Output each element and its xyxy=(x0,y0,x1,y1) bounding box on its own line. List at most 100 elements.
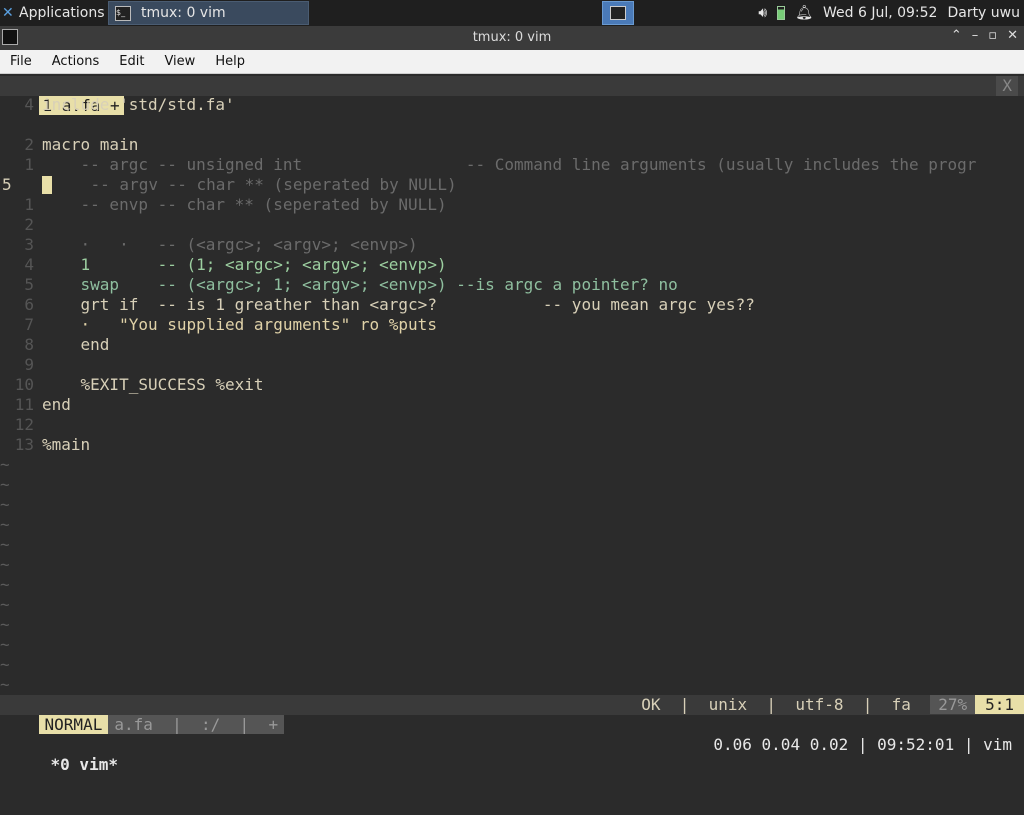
empty-line-marker: ~ xyxy=(0,635,10,654)
empty-line-marker: ~ xyxy=(0,535,10,554)
empty-line-marker: ~ xyxy=(0,495,10,514)
minimize-button[interactable]: – xyxy=(972,28,979,43)
line-number: 11 xyxy=(14,395,34,414)
code-text: -- argv -- char ** (seperated by NULL) xyxy=(52,175,457,194)
close-button[interactable]: ✕ xyxy=(1007,28,1018,43)
terminal-area[interactable]: 1 a.fa + X 4 include 'std/std.fa' 2 macro … xyxy=(0,74,1024,774)
tmux-statusline: *0 vim* 0.06 0.04 0.02 | 09:52:01 | vim xyxy=(0,735,1024,774)
code-line: 10 %EXIT_SUCCESS %exit xyxy=(0,375,1024,395)
user-menu[interactable]: Darty uwu xyxy=(947,5,1020,21)
line-number: 2 xyxy=(24,215,34,234)
maximize-button[interactable]: ▫ xyxy=(988,28,997,43)
code-text: macro main xyxy=(42,135,139,154)
vim-status-percent: 27% xyxy=(930,695,976,714)
code-line: 3 · · -- (<argc>; <argv>; <envp>) xyxy=(0,235,1024,255)
line-number: 7 xyxy=(24,315,34,334)
empty-line-marker: ~ xyxy=(0,475,10,494)
vim-tab-close-button[interactable]: X xyxy=(996,76,1018,96)
code-line: 4 1 -- (1; <argc>; <argv>; <envp>) xyxy=(0,255,1024,275)
code-line: 6 grt if -- is 1 greather than <argc>? -… xyxy=(0,295,1024,315)
code-text: end xyxy=(42,395,71,414)
vim-tabline: 1 a.fa + X xyxy=(0,76,1024,115)
code-text: -- argc -- unsigned int -- Command line … xyxy=(42,155,977,174)
system-tray: 🔊︎ 🔔︎ Wed 6 Jul, 09:52 Darty uwu xyxy=(758,0,1024,26)
line-number: 13 xyxy=(14,435,34,454)
vim-status-file: a.fa | :/ | + xyxy=(108,715,285,734)
code-line: 8 end xyxy=(0,335,1024,355)
vim-status-info: OK | unix | utf-8 | fa xyxy=(641,695,921,714)
code-text: %main xyxy=(42,435,91,454)
code-line: 5 swap -- (<argc>; 1; <argv>; <envp>) --… xyxy=(0,275,1024,295)
empty-line-marker: ~ xyxy=(0,575,10,594)
xfce-logo-icon: ✕ xyxy=(2,5,14,21)
code-text: 1 -- (1; <argc>; <argv>; <envp>) xyxy=(42,255,447,274)
applications-label: Applications xyxy=(19,5,105,21)
empty-line-marker: ~ xyxy=(0,655,10,674)
code-text: %EXIT_SUCCESS %exit xyxy=(42,375,264,394)
window-titlebar[interactable]: tmux: 0 vim ⌃ – ▫ ✕ xyxy=(0,26,1024,50)
workspace-icon xyxy=(610,6,626,20)
code-line: 2 macro main xyxy=(0,135,1024,155)
line-number: 1 xyxy=(24,155,34,174)
line-number: 9 xyxy=(24,355,34,374)
empty-line-marker: ~ xyxy=(0,515,10,534)
code-text: · "You supplied arguments" ro %puts xyxy=(42,315,437,334)
code-line: 4 include 'std/std.fa' xyxy=(0,95,1024,115)
vim-status-right: OK | unix | utf-8 | fa 27% 5:1 xyxy=(641,695,1024,715)
line-number: 4 xyxy=(24,255,34,274)
line-number: 10 xyxy=(14,375,34,394)
volume-icon[interactable]: 🔊︎ xyxy=(758,5,767,21)
battery-icon[interactable] xyxy=(777,6,786,20)
clock[interactable]: Wed 6 Jul, 09:52 xyxy=(823,5,937,21)
code-text: swap -- (<argc>; 1; <argv>; <envp>) --is… xyxy=(42,275,678,294)
line-number: 6 xyxy=(24,295,34,314)
line-number: 5 xyxy=(24,275,34,294)
tmux-window-indicator[interactable]: *0 vim* xyxy=(39,755,118,774)
menu-help[interactable]: Help xyxy=(205,54,255,69)
menubar: File Actions Edit View Help xyxy=(0,50,1024,74)
line-number: 3 xyxy=(24,235,34,254)
code-text: grt if -- is 1 greather than <argc>? -- … xyxy=(42,295,755,314)
text-cursor xyxy=(42,176,52,194)
taskbar-item-terminal[interactable]: $_ tmux: 0 vim xyxy=(108,1,309,25)
code-line: 11 end xyxy=(0,395,1024,415)
code-line: 7 · "You supplied arguments" ro %puts xyxy=(0,315,1024,335)
top-panel: ✕ Applications $_ tmux: 0 vim 🔊︎ 🔔︎ Wed … xyxy=(0,0,1024,26)
empty-line-marker: ~ xyxy=(0,455,10,474)
line-number: 12 xyxy=(14,415,34,434)
line-number: 1 xyxy=(24,195,34,214)
terminal-icon: $_ xyxy=(115,5,131,21)
line-number-current: 5 xyxy=(2,175,12,194)
empty-line-marker: ~ xyxy=(0,555,10,574)
menu-view[interactable]: View xyxy=(154,54,205,69)
menu-actions[interactable]: Actions xyxy=(42,54,110,69)
vim-status-position: 5:1 xyxy=(975,695,1024,714)
code-text: include 'std/std.fa' xyxy=(42,95,235,114)
tmux-status-right: 0.06 0.04 0.02 | 09:52:01 | vim xyxy=(713,735,1012,754)
code-line: 1 -- envp -- char ** (seperated by NULL) xyxy=(0,195,1024,215)
empty-line-marker: ~ xyxy=(0,615,10,634)
code-text: end xyxy=(42,335,110,354)
code-text: -- envp -- char ** (seperated by NULL) xyxy=(42,195,447,214)
code-line: 12 xyxy=(0,415,1024,435)
notification-bell-icon[interactable]: 🔔︎ xyxy=(795,5,813,21)
code-line: 2 xyxy=(0,215,1024,235)
menu-file[interactable]: File xyxy=(0,54,42,69)
window-title: tmux: 0 vim xyxy=(472,30,552,45)
line-number: 2 xyxy=(24,135,34,154)
workspace-switcher[interactable] xyxy=(602,1,634,25)
shade-button[interactable]: ⌃ xyxy=(951,28,962,43)
empty-line-marker: ~ xyxy=(0,675,10,694)
code-line-current: 5 -- argv -- char ** (seperated by NULL) xyxy=(0,175,1024,195)
vim-mode-indicator: NORMAL xyxy=(38,715,109,734)
vim-statusline: NORMAL a.fa | :/ | + OK | unix | utf-8 | … xyxy=(0,695,1024,734)
code-line: 9 xyxy=(0,355,1024,375)
menu-edit[interactable]: Edit xyxy=(109,54,154,69)
line-number: 4 xyxy=(24,95,34,114)
code-line: 13 %main xyxy=(0,435,1024,455)
line-number: 8 xyxy=(24,335,34,354)
empty-line-marker: ~ xyxy=(0,595,10,614)
code-text: · · -- (<argc>; <argv>; <envp>) xyxy=(42,235,418,254)
applications-menu[interactable]: ✕ Applications xyxy=(0,0,105,26)
